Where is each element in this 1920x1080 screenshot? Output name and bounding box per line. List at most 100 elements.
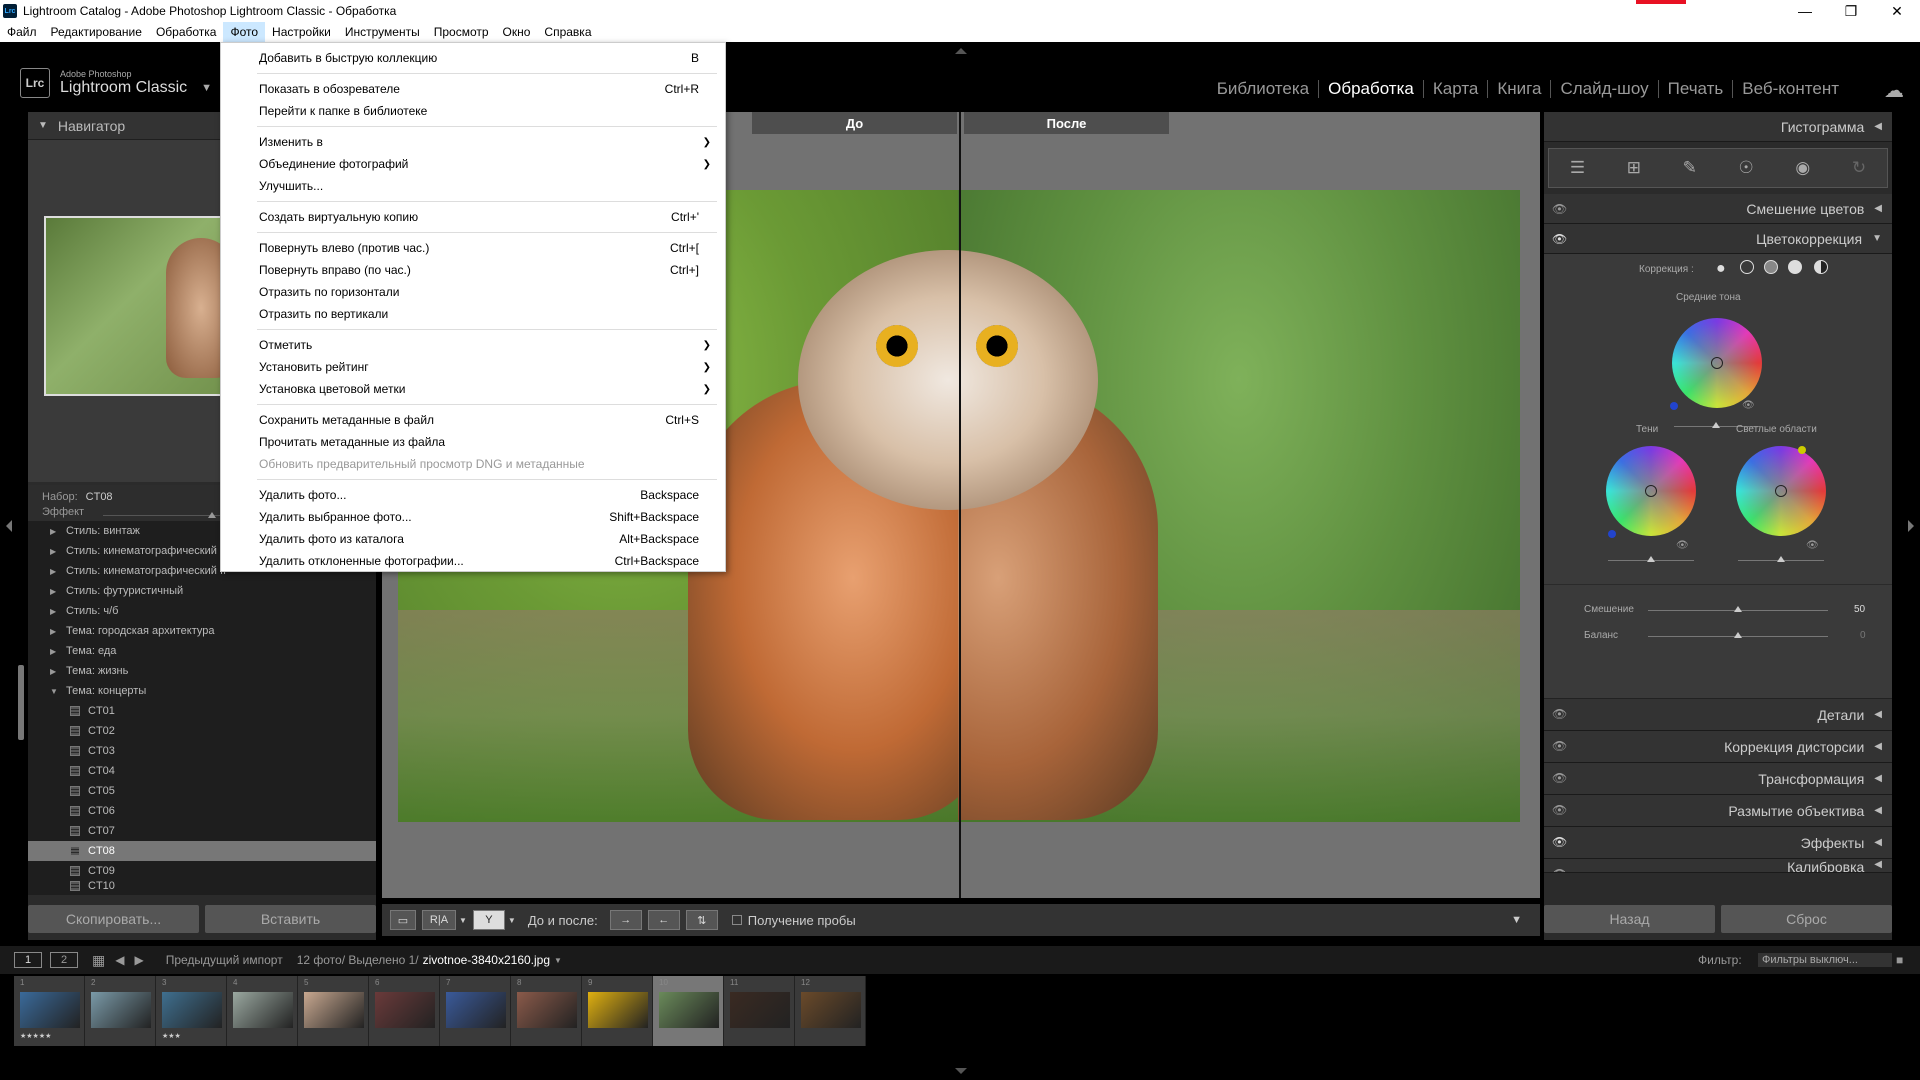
menu-item[interactable]: Сохранить метаданные в файл Ctrl+S xyxy=(221,409,725,431)
preset-item[interactable]: CT04 xyxy=(28,761,376,781)
menu-item[interactable]: Перейти к папке в библиотеке xyxy=(221,100,725,122)
module-3[interactable]: Книга xyxy=(1488,80,1552,98)
probe-checkbox[interactable] xyxy=(731,915,742,925)
eye-icon[interactable]: 👁 xyxy=(1552,803,1567,817)
close-button[interactable]: ✕ xyxy=(1874,0,1920,22)
filmstrip-thumb[interactable]: 5 xyxy=(298,976,369,1046)
menu-item[interactable]: Повернуть влево (против час.) Ctrl+[ xyxy=(221,237,725,259)
section-header[interactable]: 👁 Коррекция дисторсии ◀ xyxy=(1544,731,1892,763)
preset-group[interactable]: ▶ Тема: еда xyxy=(28,641,376,661)
module-4[interactable]: Слайд-шоу xyxy=(1551,80,1659,98)
crop-icon[interactable]: ⊞ xyxy=(1627,158,1641,178)
menu-8[interactable]: Справка xyxy=(537,22,598,42)
menu-item[interactable]: Улучшить... xyxy=(221,175,725,197)
filmstrip-thumb[interactable]: 1 ★★★★★ xyxy=(14,976,85,1046)
shadows-mode-icon[interactable] xyxy=(1740,260,1754,274)
lightroom-logo[interactable]: Lrc Adobe Photoshop Lightroom Classic ▼ xyxy=(20,68,212,98)
left-scrollbar[interactable] xyxy=(18,665,24,740)
preset-item[interactable]: CT10 xyxy=(28,881,376,891)
shadows-lum-knob[interactable] xyxy=(1647,556,1655,562)
menu-item[interactable]: Удалить выбранное фото... Shift+Backspace xyxy=(221,506,725,528)
menu-4[interactable]: Настройки xyxy=(265,22,338,42)
preset-item[interactable]: CT02 xyxy=(28,721,376,741)
file-label[interactable]: zivotnoe-3840x2160.jpg xyxy=(423,953,550,967)
balance-knob[interactable] xyxy=(1734,632,1742,638)
filmstrip-thumb[interactable]: 6 xyxy=(369,976,440,1046)
eye-icon[interactable]: 👁 xyxy=(1552,739,1567,753)
menu-2[interactable]: Обработка xyxy=(149,22,224,42)
effect-slider-knob[interactable] xyxy=(208,512,216,518)
module-1[interactable]: Обработка xyxy=(1319,80,1424,98)
preset-group[interactable]: ▼ Тема: концерты xyxy=(28,681,376,701)
loupe-view-button[interactable]: ▭ xyxy=(390,910,416,930)
lock-icon[interactable]: ■ xyxy=(1896,953,1903,967)
maximize-button[interactable]: ❐ xyxy=(1828,0,1874,22)
preset-item[interactable]: CT03 xyxy=(28,741,376,761)
eye-icon[interactable]: 👁 xyxy=(1552,867,1567,872)
red-eye-icon[interactable]: ☉ xyxy=(1738,158,1753,178)
healing-icon[interactable]: ✎ xyxy=(1683,158,1697,178)
shadows-wheel[interactable] xyxy=(1606,446,1696,536)
menu-item[interactable]: Установить рейтинг ❯ xyxy=(221,356,725,378)
midtones-lum-knob[interactable] xyxy=(1712,422,1720,428)
highlights-dot[interactable] xyxy=(1798,446,1806,454)
section-header[interactable]: 👁 Эффекты ◀ xyxy=(1544,827,1892,859)
filmstrip-thumb[interactable]: 8 xyxy=(511,976,582,1046)
filmstrip-thumb[interactable]: 11 xyxy=(724,976,795,1046)
split-divider[interactable] xyxy=(959,112,961,898)
menu-item[interactable]: Показать в обозревателе Ctrl+R xyxy=(221,78,725,100)
minimize-button[interactable]: — xyxy=(1782,0,1828,22)
swap-icon[interactable]: ⇅ xyxy=(685,910,718,930)
source-label[interactable]: Предыдущий импорт xyxy=(166,953,283,967)
midtones-dot[interactable] xyxy=(1670,402,1678,410)
highlights-wheel[interactable] xyxy=(1736,446,1826,536)
eye-icon[interactable]: 👁 xyxy=(1552,202,1567,216)
midtones-wheel[interactable] xyxy=(1672,318,1762,408)
menu-5[interactable]: Инструменты xyxy=(338,22,427,42)
monitor-1-button[interactable]: 1 xyxy=(14,952,42,968)
flag-y-button[interactable]: Y xyxy=(472,910,505,930)
back-arrow-icon[interactable]: ◀ xyxy=(115,953,124,967)
blend-value[interactable]: 50 xyxy=(1854,604,1865,615)
module-6[interactable]: Веб-контент xyxy=(1733,80,1848,98)
menu-item[interactable]: Отразить по горизонтали xyxy=(221,281,725,303)
menu-item[interactable]: Изменить в ❯ xyxy=(221,131,725,153)
menu-6[interactable]: Просмотр xyxy=(427,22,496,42)
menu-item[interactable]: Создать виртуальную копию Ctrl+' xyxy=(221,206,725,228)
module-5[interactable]: Печать xyxy=(1659,80,1734,98)
menu-item[interactable]: Установка цветовой метки ❯ xyxy=(221,378,725,400)
preset-item[interactable]: CT09 xyxy=(28,861,376,881)
preset-item[interactable]: CT01 xyxy=(28,701,376,721)
filmstrip-thumb[interactable]: 7 xyxy=(440,976,511,1046)
preset-item[interactable]: CT05 xyxy=(28,781,376,801)
balance-value[interactable]: 0 xyxy=(1860,630,1866,641)
cloud-sync-icon[interactable]: ☁ xyxy=(1884,78,1904,103)
filmstrip-thumb[interactable]: 4 xyxy=(227,976,298,1046)
global-mode-icon[interactable] xyxy=(1814,260,1828,274)
eye-icon[interactable]: 👁 xyxy=(1742,400,1755,411)
menu-0[interactable]: Файл xyxy=(0,22,44,42)
menu-1[interactable]: Редактирование xyxy=(44,22,149,42)
menu-item[interactable]: Отметить ❯ xyxy=(221,334,725,356)
menu-item[interactable]: Прочитать метаданные из файла xyxy=(221,431,725,453)
midtones-mode-icon[interactable] xyxy=(1764,260,1778,274)
preset-group[interactable]: ▶ Стиль: ч/б xyxy=(28,601,376,621)
monitor-2-button[interactable]: 2 xyxy=(50,952,78,968)
preset-group[interactable]: ▶ Стиль: футуристичный xyxy=(28,581,376,601)
three-way-icon[interactable]: ● xyxy=(1716,260,1726,278)
grid-icon[interactable]: ▦ xyxy=(92,952,105,969)
top-panel-toggle-icon[interactable] xyxy=(955,48,967,54)
highlights-mode-icon[interactable] xyxy=(1788,260,1802,274)
masking-icon[interactable]: ◉ xyxy=(1795,158,1810,178)
preset-item[interactable]: CT07 xyxy=(28,821,376,841)
eye-icon[interactable]: 👁 xyxy=(1552,232,1567,246)
reset-button[interactable]: Сброс xyxy=(1721,905,1892,933)
menu-item[interactable]: Отразить по вертикали xyxy=(221,303,725,325)
chevron-down-icon[interactable]: ▼ xyxy=(554,956,562,965)
forward-arrow-icon[interactable]: ▶ xyxy=(134,953,143,967)
module-0[interactable]: Библиотека xyxy=(1208,80,1320,98)
mixer-header[interactable]: 👁 Смешение цветов ◀ xyxy=(1544,194,1892,224)
right-panel-toggle-icon[interactable] xyxy=(1908,520,1914,532)
filmstrip-thumb[interactable]: 9 xyxy=(582,976,653,1046)
eye-icon[interactable]: 👁 xyxy=(1552,835,1567,849)
